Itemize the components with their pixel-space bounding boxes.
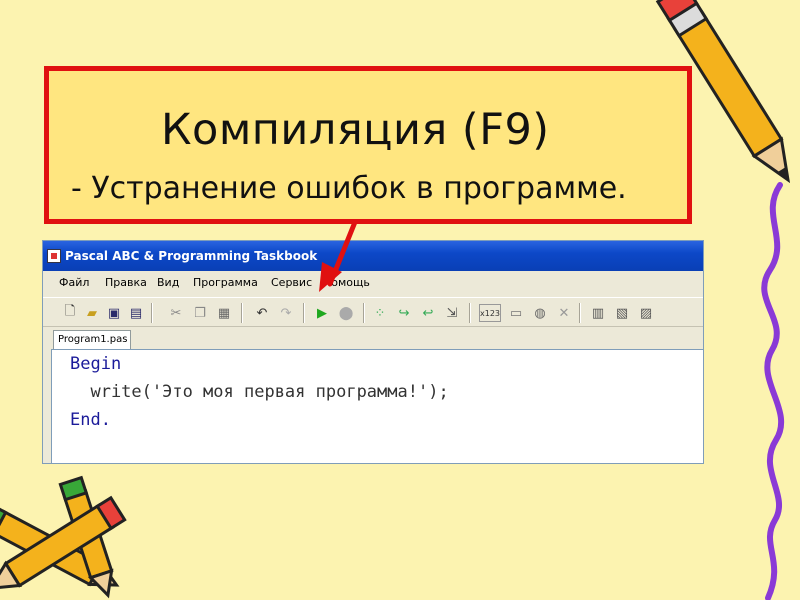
tab-program1[interactable]: Program1.pas	[53, 330, 131, 350]
toolbar-separator	[579, 303, 581, 323]
menu-help[interactable]: Помощь	[323, 276, 370, 289]
menubar: Файл Правка Вид Программа Сервис Помощь	[43, 271, 703, 295]
menu-edit[interactable]: Правка	[105, 276, 147, 289]
code-line-end: End.	[70, 410, 111, 430]
copy-icon[interactable]: ❐	[191, 304, 209, 322]
paste-icon[interactable]: ▦	[215, 304, 233, 322]
toolbar-separator	[469, 303, 471, 323]
redo-icon[interactable]: ↷	[277, 304, 295, 322]
save-all-icon[interactable]: ▤	[127, 304, 145, 322]
taskbook-icon[interactable]: ▥	[589, 304, 607, 322]
code-line-begin: Begin	[70, 354, 122, 374]
close-icon[interactable]: ✕	[555, 304, 573, 322]
app-icon	[47, 249, 61, 263]
run-icon[interactable]: ▶	[313, 304, 331, 322]
slide-subtitle: - Устранение ошибок в программе.	[71, 171, 627, 206]
menu-file[interactable]: Файл	[59, 276, 89, 289]
window-title: Pascal ABC & Programming Taskbook	[65, 249, 318, 263]
window-titlebar: Pascal ABC & Programming Taskbook	[43, 241, 703, 271]
open-folder-icon[interactable]: ▰	[83, 304, 101, 322]
goto-icon[interactable]: ⇲	[443, 304, 461, 322]
breakpoint-icon[interactable]: ◍	[531, 304, 549, 322]
results-icon[interactable]: ▧	[613, 304, 631, 322]
title-box: Компиляция (F9) - Устранение ошибок в пр…	[44, 66, 692, 224]
step-into-icon[interactable]: ⁘	[371, 304, 389, 322]
squiggle-decoration	[761, 182, 785, 600]
toolbar-separator	[241, 303, 243, 323]
step-over-icon[interactable]: ↪	[395, 304, 413, 322]
stop-icon[interactable]: ⬤	[337, 304, 355, 322]
step-out-icon[interactable]: ↩	[419, 304, 437, 322]
menu-program[interactable]: Программа	[193, 276, 258, 289]
ide-window: Pascal ABC & Programming Taskbook Файл П…	[42, 240, 704, 464]
code-line-write: write('Это моя первая программа!');	[70, 382, 449, 402]
code-editor[interactable]: Begin write('Это моя первая программа!')…	[51, 349, 703, 463]
undo-icon[interactable]: ↶	[253, 304, 271, 322]
toolbar: 🗋 ▰ ▣ ▤ ✂ ❐ ▦ ↶ ↷ ▶ ⬤ ⁘ ↪ ↩ ⇲ x123 ▭ ◍ ✕…	[43, 297, 703, 327]
menu-service[interactable]: Сервис	[271, 276, 312, 289]
watch-icon[interactable]: x123	[479, 304, 501, 322]
menu-view[interactable]: Вид	[157, 276, 179, 289]
run-task-icon[interactable]: ▨	[637, 304, 655, 322]
new-file-icon[interactable]: 🗋	[61, 304, 79, 322]
toolbar-separator	[151, 303, 153, 323]
save-icon[interactable]: ▣	[105, 304, 123, 322]
tab-strip: Program1.pas	[43, 328, 703, 350]
slide-title: Компиляция (F9)	[161, 105, 550, 155]
window-icon[interactable]: ▭	[507, 304, 525, 322]
cut-icon[interactable]: ✂	[167, 304, 185, 322]
toolbar-separator	[303, 303, 305, 323]
toolbar-separator	[363, 303, 365, 323]
